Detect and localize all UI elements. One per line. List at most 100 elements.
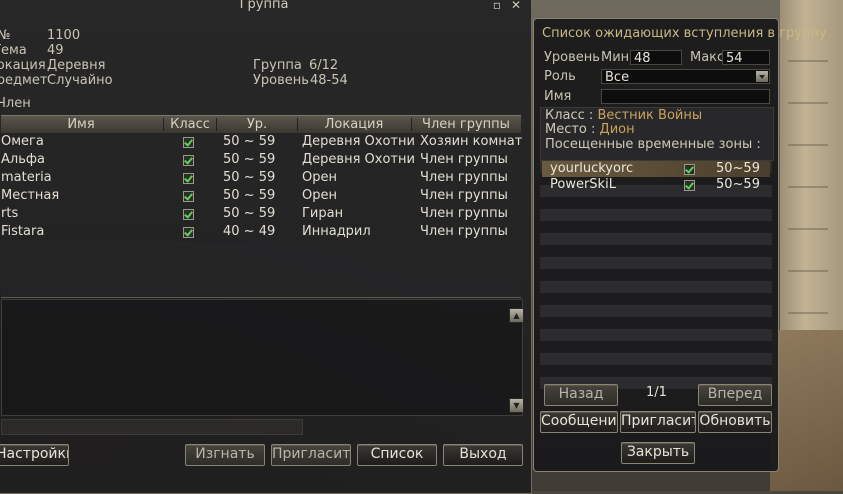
list-item[interactable]: yourluckyorc 50~59 (542, 161, 770, 177)
group-level-label: Уровень (253, 73, 309, 88)
min-level-input[interactable]: 48 (630, 50, 682, 66)
loot-value: Случайно (47, 73, 113, 88)
table-row[interactable]: Омега 50 ~ 59 Деревня Охотни Хозяин комнат (1, 133, 523, 151)
waiting-list-window: Список ожидающих вступления в группу Уро… (533, 18, 827, 472)
class-icon (183, 155, 194, 166)
class-icon (684, 164, 695, 175)
member-name: rts (1, 206, 19, 221)
col-member[interactable]: Член группы (412, 117, 520, 132)
list-button[interactable]: Список (357, 444, 437, 466)
member-level: 50 ~ 59 (223, 152, 276, 167)
ground-terrain (770, 330, 843, 491)
class-icon (183, 209, 194, 220)
back-button[interactable]: Назад (544, 384, 618, 406)
invite-applicant-button[interactable]: Пригласить (620, 411, 696, 433)
member-list-empty-area (1, 242, 521, 297)
level-label: Уровень (544, 50, 600, 65)
applicant-level: 50~59 (716, 161, 760, 176)
table-row[interactable]: Местная 50 ~ 59 Орен Член группы (1, 187, 521, 205)
table-row[interactable]: Альфа 50 ~ 59 Деревня Охотни Член группы (1, 151, 521, 169)
member-level: 50 ~ 59 (223, 134, 276, 149)
list-item[interactable]: PowerSkiL 50~59 (542, 177, 770, 193)
waiting-list (540, 161, 772, 391)
location-label: Локация (0, 58, 46, 73)
applicant-level: 50~59 (716, 177, 760, 192)
member-level: 50 ~ 59 (223, 188, 276, 203)
member-level: 50 ~ 59 (223, 170, 276, 185)
group-size-value: 6/12 (309, 58, 339, 73)
max-level-input[interactable]: 54 (722, 50, 770, 66)
table-row[interactable]: rts 50 ~ 59 Гиран Член группы (1, 205, 521, 223)
table-row[interactable]: Fistara 40 ~ 49 Иннадрил Член группы (1, 223, 521, 241)
member-name: Местная (1, 188, 60, 203)
role-dropdown[interactable]: Все (601, 69, 770, 85)
divider (1, 297, 521, 298)
member-table-header: Имя Класс Ур. Локация Член группы (1, 115, 521, 134)
theme-value: 49 (47, 43, 64, 58)
member-location: Орен (302, 188, 337, 203)
member-location: Деревня Охотни (302, 152, 414, 167)
zones-line: Посещенные временные зоны : (545, 137, 761, 152)
building-wall (780, 0, 843, 340)
member-location: Иннадрил (302, 224, 371, 239)
group-level-value: 48-54 (310, 73, 348, 88)
applicant-info-box: Класс : Вестник Войны Место : Дион Посещ… (540, 107, 774, 161)
role-label: Роль (544, 69, 576, 84)
role-dropdown-value: Все (605, 70, 630, 85)
group-window: Группа ▫ ✕ № 1100 Тема 49 Локация Деревн… (0, 0, 532, 494)
room-number: № (0, 28, 11, 43)
room-number-value: 1100 (47, 28, 81, 43)
waiting-list-title: Список ожидающих вступления в группу (542, 26, 827, 41)
minimize-icon[interactable]: ▫ (491, 0, 503, 11)
member-role: Член группы (420, 206, 508, 221)
applicant-name: PowerSkiL (550, 177, 616, 192)
exit-button[interactable]: Выход (443, 444, 523, 466)
class-icon (183, 191, 194, 202)
kick-button[interactable]: Изгнать (185, 444, 265, 466)
chat-log-area (1, 299, 523, 416)
member-level: 50 ~ 59 (223, 206, 276, 221)
theme-label: Тема (0, 43, 27, 58)
col-name[interactable]: Имя (1, 117, 161, 132)
group-window-title: Группа (239, 0, 289, 12)
place-line: Место : Дион (545, 122, 635, 137)
close-button[interactable]: Закрыть (621, 442, 695, 464)
settings-button[interactable]: Настройки (0, 444, 69, 466)
close-icon[interactable]: ✕ (510, 0, 522, 11)
scroll-up-icon[interactable]: ▲ (509, 308, 524, 323)
member-role: Член группы (420, 224, 508, 239)
col-location[interactable]: Локация (298, 117, 410, 132)
col-class[interactable]: Класс (165, 117, 215, 132)
scroll-down-icon[interactable]: ▼ (509, 398, 524, 413)
page-indicator: 1/1 (646, 385, 667, 400)
name-search-input[interactable] (601, 89, 770, 104)
applicant-name: yourluckyorc (550, 161, 634, 176)
chevron-down-icon[interactable] (756, 71, 768, 82)
table-row[interactable]: materia 50 ~ 59 Орен Член группы (1, 169, 521, 187)
member-role: Хозяин комнат (420, 134, 523, 149)
forward-button[interactable]: Вперед (698, 384, 772, 406)
max-label: Макс (690, 50, 725, 65)
class-line: Класс : Вестник Войны (545, 108, 703, 123)
chat-input[interactable] (1, 419, 303, 435)
min-label: Мин (601, 50, 630, 65)
col-level[interactable]: Ур. (217, 117, 297, 132)
group-size-label: Группа (253, 58, 302, 73)
message-button[interactable]: Сообщение (540, 411, 618, 433)
member-name: Омега (1, 134, 44, 149)
member-name: materia (1, 170, 52, 185)
member-role: Член группы (420, 152, 508, 167)
refresh-button[interactable]: Обновить (698, 411, 772, 433)
member-location: Деревня Охотни (302, 134, 414, 149)
class-icon (183, 227, 194, 238)
member-role: Член группы (420, 188, 508, 203)
class-icon (684, 180, 695, 191)
invite-button[interactable]: Пригласить (271, 444, 351, 466)
location-value: Деревня (47, 58, 106, 73)
member-name: Fistara (1, 224, 45, 239)
class-icon (183, 137, 194, 148)
class-icon (183, 173, 194, 184)
member-section-label: Член (0, 96, 31, 111)
member-location: Орен (302, 170, 337, 185)
loot-label: Предметы (0, 73, 47, 88)
